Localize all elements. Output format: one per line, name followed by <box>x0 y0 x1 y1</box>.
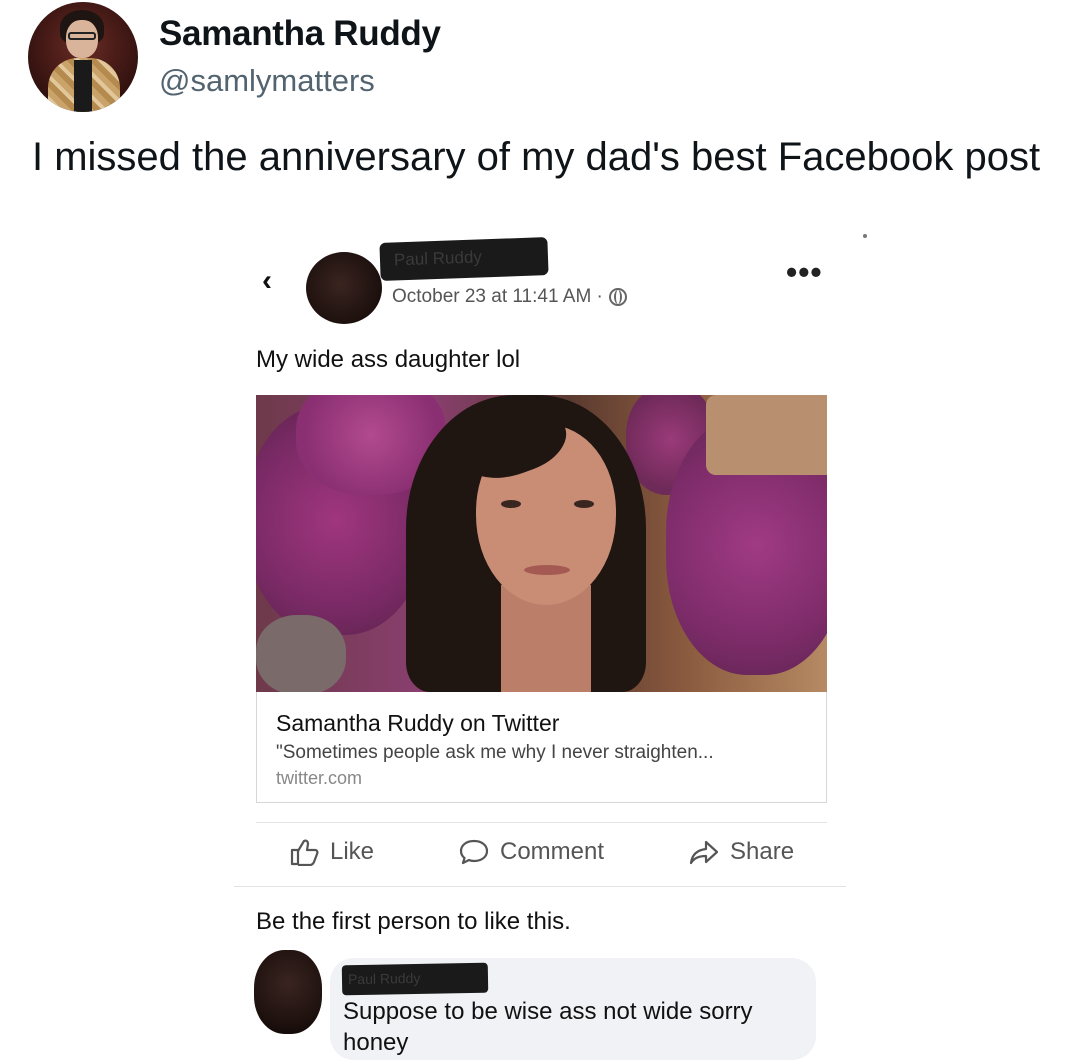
like-button[interactable]: Like <box>290 838 374 866</box>
comment-label: Comment <box>500 838 605 865</box>
globe-icon <box>608 288 627 306</box>
tweet-text: I missed the anniversary of my dad's bes… <box>32 135 1041 179</box>
tweet-author-name[interactable]: Samantha Ruddy <box>159 14 441 54</box>
link-preview-description: "Sometimes people ask me why I never str… <box>276 742 714 763</box>
thumbs-up-icon <box>290 839 319 866</box>
share-label: Share <box>730 838 795 865</box>
comment-text: Suppose to be wise ass not wide sorry ho… <box>343 998 753 1056</box>
fb-author-name: Paul Ruddy <box>393 247 483 270</box>
divider <box>234 886 846 887</box>
fb-post-meta: October 23 at 11:41 AM · <box>392 286 627 308</box>
link-preview-image[interactable] <box>256 395 827 692</box>
tweet-author-handle[interactable]: @samlymatters <box>159 63 375 99</box>
commenter-avatar-redacted[interactable] <box>254 950 322 1034</box>
chevron-left-icon[interactable]: ‹ <box>262 266 272 296</box>
more-options-icon[interactable]: ••• <box>786 256 823 288</box>
like-label: Like <box>330 838 375 865</box>
link-preview-title[interactable]: Samantha Ruddy on Twitter <box>276 710 559 737</box>
commenter-name: Paul Ruddy <box>347 969 421 988</box>
fb-post-timestamp[interactable]: October 23 at 11:41 AM · <box>392 286 603 308</box>
fb-author-name-redacted: Paul Ruddy <box>379 237 549 281</box>
divider <box>256 822 827 823</box>
comment-bubble-icon <box>459 839 489 865</box>
share-arrow-icon <box>689 840 719 865</box>
speck-dot <box>863 234 867 238</box>
share-button[interactable]: Share <box>688 838 794 866</box>
fb-post-caption: My wide ass daughter lol <box>256 346 521 373</box>
commenter-name-redacted: Paul Ruddy <box>341 962 489 996</box>
tweet-author-avatar[interactable] <box>28 2 138 112</box>
comment-button[interactable]: Comment <box>458 838 604 866</box>
link-preview-card[interactable]: Samantha Ruddy on Twitter "Sometimes peo… <box>256 692 827 803</box>
likes-summary: Be the first person to like this. <box>256 908 571 935</box>
link-preview-domain: twitter.com <box>276 768 363 788</box>
fb-author-avatar-redacted[interactable] <box>306 252 382 324</box>
